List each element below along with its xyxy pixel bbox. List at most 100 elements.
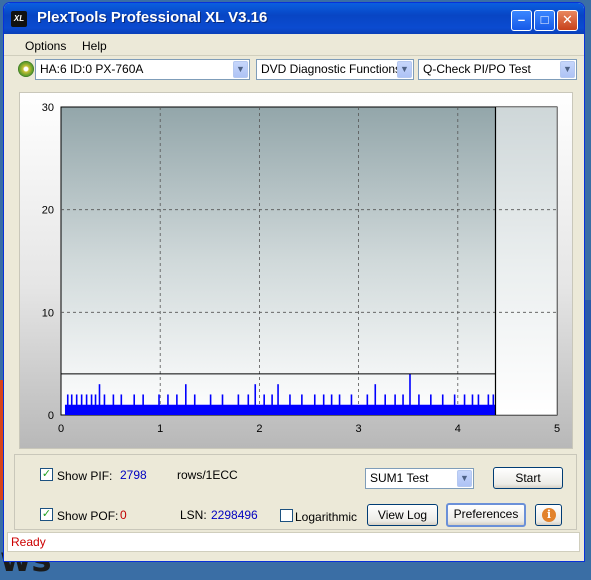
chart-bar [338,394,341,415]
drive-select[interactable]: HA:6 ID:0 PX-760A ▼ [35,59,250,80]
show-pif-checkbox[interactable]: ✓ [40,468,53,481]
chart-bar [209,394,212,415]
test-select[interactable]: Q-Check PI/PO Test ▼ [418,59,577,80]
chart-bar [185,384,187,415]
chart-bar [142,394,144,415]
chart-bar [247,394,250,415]
close-button[interactable]: ✕ [557,10,578,31]
chart-bar [94,394,97,415]
chart-bar [471,394,474,415]
function-select-value: DVD Diagnostic Functions [261,62,402,76]
chart-bar [441,394,444,415]
show-pof-checkbox[interactable]: ✓ [40,508,53,521]
chart-bar [301,394,303,415]
chart-bar [289,394,291,415]
chart-bar [103,394,106,415]
chart-bar [384,394,386,415]
chart-bar [75,394,78,415]
chart-bar [409,373,411,415]
pif-value: 2798 [120,468,147,482]
chevron-down-icon[interactable]: ▼ [457,470,472,487]
chart-bar [330,394,333,415]
drive-icon [18,61,34,77]
x-tick-label: 5 [554,423,560,435]
chart-bar [112,394,115,415]
view-log-button[interactable]: View Log [367,504,438,526]
lsn-label: LSN: [180,508,207,522]
pi-po-chart: 0 1 2 3 4 5 0 10 20 30 [42,102,560,435]
pof-value: 0 [120,508,127,522]
chart-bar [80,394,83,415]
logarithmic-label: Logarithmic [295,510,358,524]
info-button[interactable]: i [535,504,562,526]
chart-bar [477,394,480,415]
y-tick-label: 30 [42,102,54,114]
chart-bar [254,384,257,415]
chart-bar [271,394,273,415]
chart-bar [402,394,404,415]
chart-bar [66,394,69,415]
menu-help[interactable]: Help [82,39,107,53]
chart-bar [487,394,490,415]
logarithmic-checkbox[interactable] [280,509,293,522]
chart-bar [418,394,420,415]
chart-bar [90,394,93,415]
chart-bar [277,384,279,415]
drive-select-value: HA:6 ID:0 PX-760A [40,62,144,76]
chart-bar [374,384,377,415]
x-tick-label: 2 [256,423,262,435]
maximize-button[interactable]: □ [534,10,555,31]
menu-options[interactable]: Options [25,39,66,53]
chart-bar [313,394,316,415]
x-tick-label: 4 [455,423,461,435]
chart-panel: 0 1 2 3 4 5 0 10 20 30 [19,92,573,449]
chart-bar [193,394,196,415]
y-tick-label: 0 [48,410,54,422]
chart-bar [70,394,73,415]
untested-region [495,107,557,415]
menu-bar: Options Help [4,35,584,56]
function-select[interactable]: DVD Diagnostic Functions ▼ [256,59,414,80]
chart-bar [176,394,178,415]
chart-bar [221,394,224,415]
show-pof-label: Show POF: [57,509,119,523]
chart-bar [350,394,353,415]
x-tick-label: 3 [356,423,362,435]
start-button[interactable]: Start [493,467,563,489]
y-tick-label: 20 [42,205,54,217]
app-icon: XL [11,11,27,27]
lsn-value: 2298496 [211,508,258,522]
chart-bar [366,394,369,415]
plextools-window: XL PlexTools Professional XL V3.16 – □ ✕… [3,2,585,562]
show-pif-label: Show PIF: [57,469,113,483]
close-icon: ✕ [562,12,573,27]
chart-bar [98,384,101,415]
title-bar[interactable]: XL PlexTools Professional XL V3.16 – □ ✕ [4,3,584,34]
status-text: Ready [11,535,46,549]
chart-bar [263,394,265,415]
maximize-icon: □ [540,12,549,27]
chart-bar [322,394,325,415]
status-bar: Ready [7,532,580,552]
preferences-button[interactable]: Preferences [446,503,526,527]
chart-bar [453,394,456,415]
test-select-value: Q-Check PI/PO Test [423,62,531,76]
minimize-button[interactable]: – [511,10,532,31]
controls-panel: ✓ Show PIF: 2798 rows/1ECC ✓ Show POF: 0… [14,454,577,530]
chart-bar [394,394,396,415]
chart-bar [133,394,136,415]
plot-area [60,106,558,416]
info-icon: i [542,508,556,522]
chevron-down-icon[interactable]: ▼ [560,61,575,78]
chart-bar [167,394,169,415]
chart-bar [463,394,466,415]
y-tick-label: 10 [42,307,54,319]
sum-test-select-value: SUM1 Test [370,471,429,485]
sum-test-select[interactable]: SUM1 Test ▼ [365,468,474,489]
rows-label: rows/1ECC [177,468,238,482]
chart-bar [237,394,240,415]
x-tick-label: 1 [157,423,163,435]
chevron-down-icon[interactable]: ▼ [397,61,412,78]
chevron-down-icon[interactable]: ▼ [233,61,248,78]
chart-bar [158,394,160,415]
